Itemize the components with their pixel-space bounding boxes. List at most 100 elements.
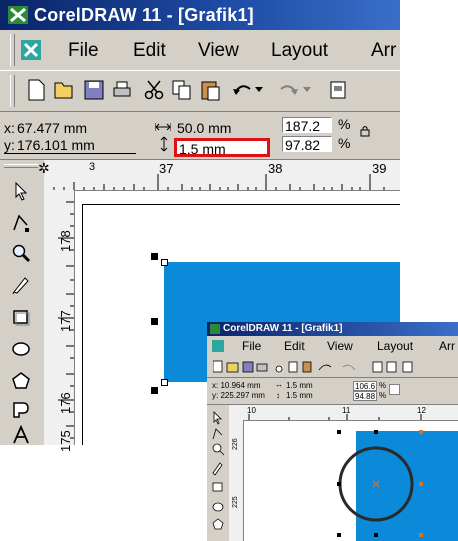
property-bar: x: 67.477 mm y: 176.101 mm 50.0 mm 1.5 m…: [0, 112, 400, 160]
selection-handle[interactable]: [151, 318, 158, 325]
cut-icon[interactable]: [140, 76, 168, 104]
inset-menu-view[interactable]: View: [327, 339, 353, 353]
new-document-icon[interactable]: [22, 76, 50, 104]
coreldraw-app-icon: [8, 6, 28, 24]
inset-window: CorelDRAW 11 - [Grafik1] File Edit View …: [207, 322, 458, 541]
undo-dropdown-icon[interactable]: [252, 76, 266, 104]
corner-node[interactable]: [161, 379, 168, 386]
paste-icon[interactable]: [196, 76, 224, 104]
toolbox-grip: [4, 164, 38, 168]
inset-toolbar: [207, 357, 458, 378]
hruler-tick-label: 38: [268, 161, 283, 176]
inset-selected-circle[interactable]: [244, 421, 458, 541]
polygon-tool-icon[interactable]: [8, 368, 34, 394]
inset-y-position-field[interactable]: y: 225.297 mm: [211, 391, 267, 401]
corner-node[interactable]: [161, 259, 168, 266]
x-position-field[interactable]: 67.477 mm: [17, 120, 87, 137]
menu-view[interactable]: View: [198, 40, 239, 62]
inset-menu-edit[interactable]: Edit: [284, 339, 305, 353]
window-title: CorelDRAW 11 - [Grafik1]: [34, 5, 254, 25]
vruler-tick-label: 177: [58, 310, 73, 332]
vruler-tick-label: 175: [58, 430, 73, 452]
inset-toolbox: [207, 405, 230, 541]
scale-x-field[interactable]: 187.2: [282, 117, 332, 134]
scale-y-field[interactable]: 97.82: [282, 136, 332, 153]
inset-horizontal-ruler[interactable]: 10 11 12: [229, 405, 458, 421]
scale-y-percent: %: [338, 135, 351, 151]
hruler-tick-label: 39: [372, 161, 387, 176]
redo-icon[interactable]: [275, 76, 303, 104]
import-icon[interactable]: [325, 76, 353, 104]
inset-y-value: 225.297 mm: [220, 391, 265, 400]
inset-x-label: x:: [212, 381, 219, 390]
inset-toolbar-icons[interactable]: [213, 360, 453, 374]
inset-window-title: CorelDRAW 11 - [Grafik1]: [223, 323, 343, 334]
redo-dropdown-icon[interactable]: [300, 76, 314, 104]
inset-title-bar: CorelDRAW 11 - [Grafik1]: [207, 322, 458, 336]
ruler-origin-icon[interactable]: ✲: [38, 160, 50, 177]
inset-property-bar: x: 10.964 mm y: 225.297 mm ↔ 1.5 mm ↕ 1.…: [207, 378, 458, 405]
height-field[interactable]: 1.5 mm: [174, 138, 270, 157]
inset-vruler-tick-label: 225: [232, 496, 239, 508]
inset-document-icon[interactable]: [212, 340, 224, 352]
y-label: y:: [4, 137, 15, 153]
selection-handle[interactable]: [151, 387, 158, 394]
inset-height-field[interactable]: 1.5 mm: [285, 391, 319, 401]
zoom-tool-icon[interactable]: [8, 240, 34, 266]
inset-vruler-tick-label: 226: [232, 438, 239, 450]
height-arrow-icon: [159, 136, 169, 153]
y-position-field[interactable]: 176.101 mm: [17, 137, 95, 154]
pick-tool-icon[interactable]: [8, 178, 34, 204]
inset-lock-ratio-icon[interactable]: [389, 384, 400, 395]
open-icon[interactable]: [50, 76, 78, 104]
text-tool-icon[interactable]: [8, 422, 34, 448]
inset-menu-layout[interactable]: Layout: [377, 339, 413, 353]
toolbar-grip[interactable]: [10, 75, 15, 107]
vertical-ruler[interactable]: 178 177 176 175: [44, 190, 75, 452]
hruler-tick-label: 37: [159, 161, 174, 176]
inset-menu-arrange[interactable]: Arr: [439, 339, 455, 353]
menu-layout[interactable]: Layout: [271, 40, 328, 62]
basic-shapes-tool-icon[interactable]: [8, 396, 34, 422]
lock-ratio-icon[interactable]: [360, 124, 370, 141]
inset-app-icon: [210, 324, 220, 334]
menu-edit[interactable]: Edit: [133, 40, 166, 62]
menu-bar: File Edit View Layout Arr: [0, 30, 400, 71]
inset-scale-x-field[interactable]: 106.6: [353, 381, 377, 391]
inset-scale-y-percent: %: [379, 391, 387, 400]
inset-toolbox-icons[interactable]: [211, 411, 225, 541]
save-icon[interactable]: [80, 76, 108, 104]
vruler-tick-label: 176: [58, 392, 73, 414]
inset-x-position-field[interactable]: x: 10.964 mm: [211, 381, 267, 391]
inset-scale-y-field[interactable]: 94.88: [353, 391, 377, 401]
selection-handle[interactable]: [151, 253, 158, 260]
standard-toolbar: [0, 71, 400, 112]
width-field[interactable]: 50.0 mm: [175, 120, 245, 136]
vruler-tick-label: 178: [58, 230, 73, 252]
x-label: x:: [4, 120, 15, 136]
inset-width-arrow-icon: ↔: [275, 380, 283, 389]
freehand-tool-icon[interactable]: [8, 272, 34, 298]
menu-arrange[interactable]: Arr: [371, 40, 396, 62]
rectangle-tool-icon[interactable]: [8, 304, 34, 330]
toolbox: [0, 160, 45, 445]
copy-icon[interactable]: [168, 76, 196, 104]
page-border-top: [82, 204, 400, 205]
inset-menu-file[interactable]: File: [242, 339, 261, 353]
menubar-grip[interactable]: [10, 34, 15, 66]
scale-x-percent: %: [338, 116, 351, 132]
inset-x-value: 10.964 mm: [220, 381, 261, 390]
ellipse-tool-icon[interactable]: [8, 336, 34, 362]
shape-tool-icon[interactable]: [8, 210, 34, 236]
title-bar: CorelDRAW 11 - [Grafik1]: [0, 0, 400, 30]
inset-drawing-canvas[interactable]: [244, 421, 458, 541]
menu-file[interactable]: File: [68, 40, 99, 62]
inset-width-field[interactable]: 1.5 mm: [285, 381, 319, 391]
horizontal-ruler[interactable]: ✲ 3 37 38 39: [38, 160, 400, 191]
page-border-left: [82, 204, 83, 445]
document-icon[interactable]: [20, 39, 42, 61]
inset-height-arrow-icon: ↕: [276, 391, 280, 400]
width-arrow-icon: [154, 119, 172, 136]
print-icon[interactable]: [108, 76, 136, 104]
inset-vertical-ruler[interactable]: 226 225: [229, 420, 244, 541]
